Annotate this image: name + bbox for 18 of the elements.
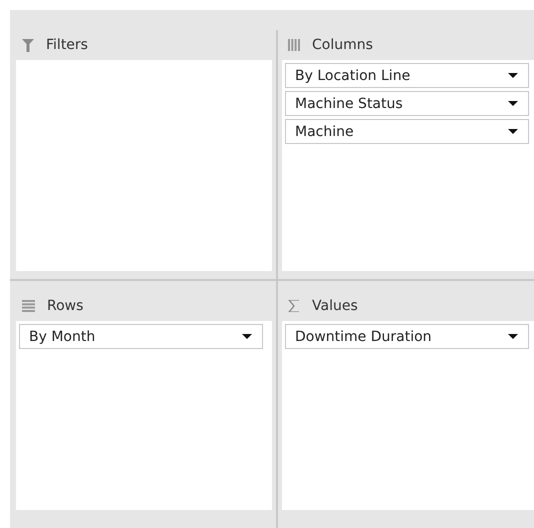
sum-icon [288, 300, 300, 312]
rows-icon [22, 300, 35, 312]
caret-icon [508, 73, 518, 78]
area-title: Filters [46, 37, 88, 53]
area-title: Values [312, 298, 358, 314]
caret-icon [508, 334, 518, 339]
field-dropdown[interactable]: By Location Line [285, 63, 529, 88]
caret-icon [508, 129, 518, 134]
field-dropdown[interactable]: By Month [19, 324, 263, 349]
area-title: Columns [312, 37, 373, 53]
field-dropdown[interactable]: Machine [285, 119, 529, 144]
field-dropdown[interactable]: Machine Status [285, 91, 529, 116]
caret-icon [508, 101, 518, 106]
columns-icon [288, 39, 300, 51]
area-title: Rows [47, 298, 84, 314]
caret-icon [242, 334, 252, 339]
field-dropdown[interactable]: Downtime Duration [285, 324, 529, 349]
filter-icon [22, 38, 34, 52]
